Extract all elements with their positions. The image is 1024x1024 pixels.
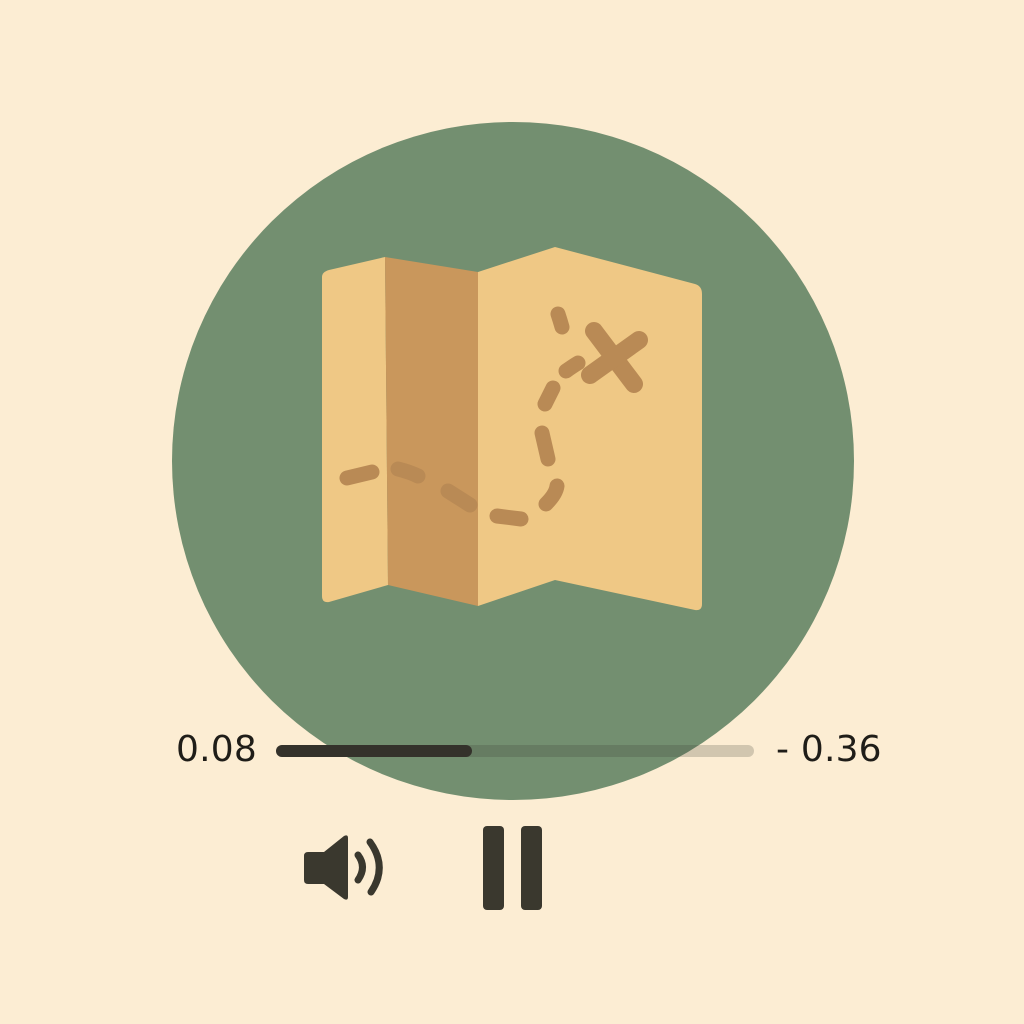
speaker-icon bbox=[304, 835, 383, 900]
elapsed-time: 0.08 bbox=[176, 729, 257, 770]
remaining-time: - 0.36 bbox=[776, 729, 882, 770]
volume-button[interactable] bbox=[296, 828, 396, 908]
progress-bar[interactable] bbox=[276, 745, 754, 757]
pause-button[interactable] bbox=[476, 822, 550, 914]
media-player: 0.08 - 0.36 bbox=[0, 0, 1024, 1024]
pause-icon-bar-right bbox=[521, 826, 542, 910]
pause-icon-bar-left bbox=[483, 826, 504, 910]
progress-fill bbox=[276, 745, 472, 757]
